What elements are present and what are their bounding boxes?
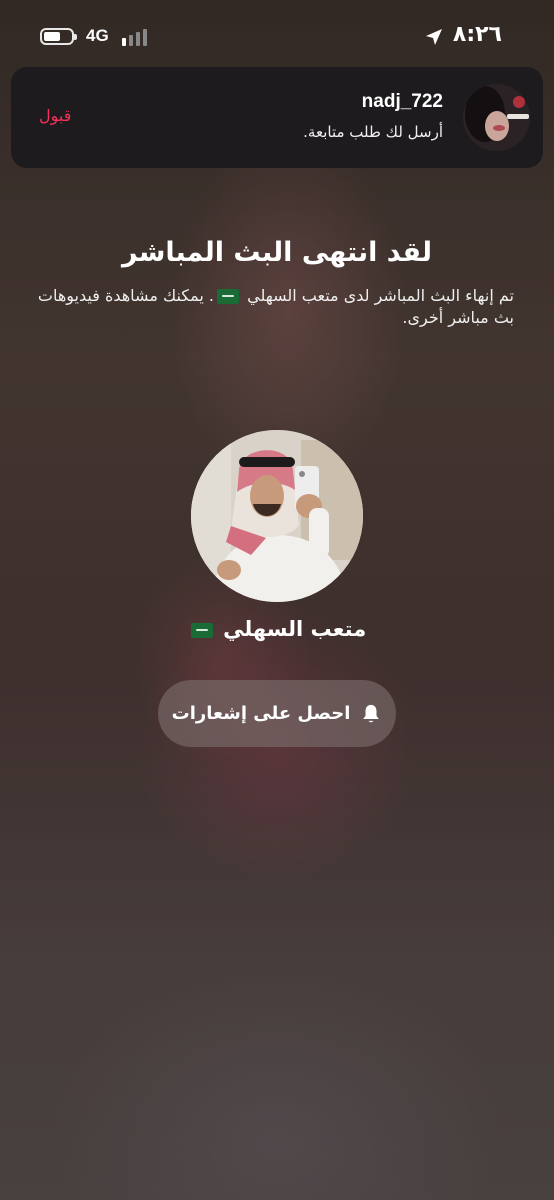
follow-request-notification[interactable]: nadj_722 أرسل لك طلب متابعة. قبول: [11, 67, 543, 168]
notification-message: أرسل لك طلب متابعة.: [303, 123, 443, 141]
saudi-flag-icon: [190, 622, 213, 638]
host-name-text: متعب السهلي: [223, 617, 367, 641]
live-ended-title: لقد انتهى البث المباشر: [122, 237, 432, 268]
network-type: 4G: [86, 26, 109, 45]
get-notifications-button[interactable]: احصل على إشعارات: [158, 680, 396, 747]
requester-username: nadj_722: [361, 91, 443, 112]
live-ended-description: تم إنهاء البث المباشر لدى متعب السهلي . …: [36, 285, 514, 329]
description-text-part1: تم إنهاء البث المباشر لدى متعب السهلي: [247, 286, 514, 305]
requester-avatar[interactable]: [463, 84, 530, 151]
status-bar: 4G ٨:٢٦: [0, 0, 554, 72]
get-notifications-label: احصل على إشعارات: [171, 703, 351, 724]
location-arrow-icon: [426, 29, 442, 45]
bell-icon: [363, 704, 380, 722]
clock: ٨:٢٦: [452, 22, 502, 47]
host-name: متعب السهلي: [0, 617, 554, 641]
accept-button[interactable]: قبول: [39, 106, 71, 125]
signal-icon: [122, 28, 150, 46]
battery-icon: [40, 28, 77, 45]
saudi-flag-icon: [217, 289, 240, 304]
host-avatar[interactable]: [191, 430, 363, 602]
